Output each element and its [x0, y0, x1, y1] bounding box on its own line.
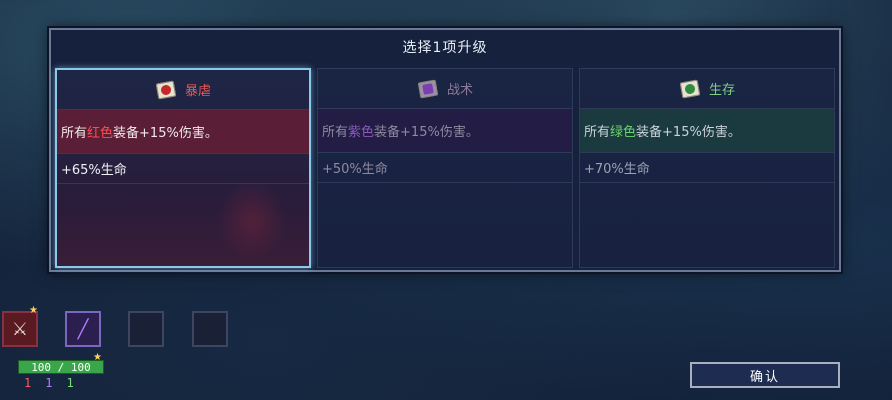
confirm-button[interactable]: 确认: [690, 362, 840, 388]
red-scroll-icon: [155, 79, 177, 101]
card-title-row: 战术: [318, 69, 572, 109]
stat-suffix: 装备+15%伤害。: [113, 126, 218, 141]
inventory-slot-empty[interactable]: [192, 311, 228, 347]
card-sub-stat: +50%生命: [318, 153, 572, 183]
stat-prefix: 所有: [322, 125, 349, 140]
card-title-row: 生存: [580, 69, 834, 109]
weapon-icon: ⚔: [11, 318, 29, 340]
stat-suffix: 装备+15%伤害。: [636, 125, 741, 140]
green-stat-count: 1: [66, 376, 74, 390]
upgrade-card-brutality[interactable]: 暴虐 所有 红色 装备+15%伤害。 +65%生命: [55, 68, 311, 268]
card-main-stat: 所有 红色 装备+15%伤害。: [57, 110, 309, 154]
stat-color-word: 紫色: [348, 125, 375, 140]
card-background-art: [217, 180, 287, 260]
upgrade-card-survival[interactable]: 生存 所有 绿色 装备+15%伤害。 +70%生命: [579, 68, 835, 268]
card-sub-stat: +70%生命: [580, 153, 834, 183]
upgrade-card-tactics[interactable]: 战术 所有 紫色 装备+15%伤害。 +50%生命: [317, 68, 573, 268]
stat-prefix: 所有: [61, 126, 88, 141]
modal-title: 选择1项升级: [402, 40, 488, 56]
card-main-stat: 所有 绿色 装备+15%伤害。: [580, 109, 834, 153]
stat-color-word: 绿色: [610, 125, 637, 140]
red-stat-count: 1: [24, 376, 32, 390]
inventory-slot-weapon[interactable]: ★ ⚔: [2, 305, 38, 347]
purple-stat-count: 1: [45, 376, 53, 390]
stat-prefix: 所有: [584, 125, 611, 140]
bow-icon: ╱: [77, 318, 89, 340]
star-icon: ★: [29, 305, 38, 316]
card-title: 生存: [708, 83, 735, 98]
card-title: 战术: [446, 83, 473, 98]
stat-color-word: 红色: [87, 126, 114, 141]
upgrade-modal: 选择1项升级 暴虐 所有 红色 装备+15%伤害。 +65%生命 战术 所有 紫色 装备…: [49, 28, 841, 272]
card-main-stat: 所有 紫色 装备+15%伤害。: [318, 109, 572, 153]
star-icon: ★: [93, 352, 102, 363]
green-scroll-icon: [679, 78, 701, 100]
health-bar: 100 / 100: [18, 360, 104, 374]
stat-suffix: 装备+15%伤害。: [374, 125, 479, 140]
stat-counts: 1 1 1: [24, 376, 74, 390]
card-title: 暴虐: [184, 84, 211, 99]
inventory-slot-bow[interactable]: ╱: [65, 311, 101, 347]
card-title-row: 暴虐: [57, 70, 309, 110]
inventory-slot-empty[interactable]: [128, 311, 164, 347]
purple-scroll-icon: [417, 78, 439, 100]
